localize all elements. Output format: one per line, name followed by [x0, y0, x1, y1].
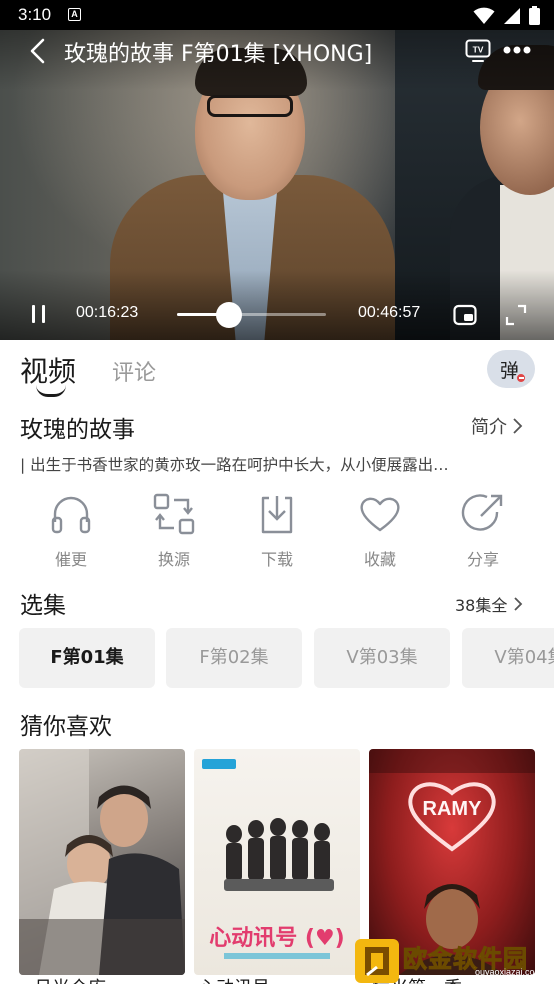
drama-title: 玫瑰的故事: [20, 417, 135, 443]
video-frame-glasses: [207, 95, 293, 117]
status-bar: 3:10 A: [0, 0, 554, 30]
duration-time: 00:46:57: [358, 304, 421, 321]
chevron-right-icon: [514, 597, 523, 611]
danmu-toggle-button[interactable]: 弹: [487, 350, 535, 388]
poster-art: [19, 749, 185, 975]
switch-source-button[interactable]: 换源: [134, 492, 214, 570]
all-episodes-button[interactable]: 38集全: [455, 592, 523, 616]
favorite-button[interactable]: 收藏: [340, 492, 420, 570]
recommendations-heading: 猜你喜欢: [20, 714, 112, 740]
recommendation-poster[interactable]: [19, 749, 185, 975]
fullscreen-icon[interactable]: [505, 304, 527, 326]
pause-icon[interactable]: [30, 304, 48, 324]
back-arrow-icon[interactable]: [26, 37, 52, 65]
status-icons: [473, 6, 540, 25]
tab-video[interactable]: 视频: [20, 350, 76, 390]
episode-chip[interactable]: V第03集: [314, 628, 450, 688]
video-title: 玫瑰的故事 F第01集 [XHONG]: [64, 42, 373, 67]
share-button[interactable]: 分享: [443, 492, 523, 570]
wifi-icon: [473, 7, 495, 24]
seek-thumb[interactable]: [216, 302, 242, 328]
danmu-off-icon: [515, 372, 527, 384]
current-time: 00:16:23: [76, 304, 139, 321]
picture-in-picture-icon[interactable]: [453, 304, 477, 326]
video-player[interactable]: 3:10 A 玫瑰的故事 F第01集 [XHONG] TV 00:16:23 0…: [0, 0, 554, 340]
episodes-heading: 选集: [20, 593, 66, 619]
episodes-total: 38集全: [455, 596, 508, 615]
notification-badge-icon: A: [68, 8, 81, 21]
app-screen: 3:10 A 玫瑰的故事 F第01集 [XHONG] TV 00:16:23 0…: [0, 0, 554, 984]
episode-chip[interactable]: F第02集: [166, 628, 302, 688]
recommendation-poster[interactable]: 心动讯号 (♥): [194, 749, 360, 975]
action-label: 催更: [54, 550, 87, 569]
heart-icon: [360, 497, 400, 532]
download-button[interactable]: 下载: [237, 492, 317, 570]
poster-art: 心动讯号 (♥): [202, 759, 345, 959]
watermark-logo-icon: [355, 939, 399, 983]
more-options-icon[interactable]: [503, 45, 531, 55]
watermark: 欧金软件园 ouyaoxiazai.com: [355, 937, 554, 984]
battery-icon: [529, 6, 540, 25]
watermark-url: ouyaoxiazai.com: [475, 967, 543, 977]
synopsis[interactable]: | 出生于书香世家的黄亦玫一路在呵护中长大，从小便展露出…: [20, 453, 530, 475]
switch-source-icon: [153, 493, 195, 535]
download-icon: [261, 496, 293, 534]
episode-list[interactable]: F第01集 F第02集 V第03集 V第04集: [19, 628, 554, 688]
action-label: 分享: [466, 550, 499, 569]
signal-icon: [504, 7, 520, 24]
share-icon: [461, 494, 503, 531]
seek-bar[interactable]: [177, 313, 326, 316]
tv-cast-icon[interactable]: TV: [465, 39, 491, 63]
poster-title-text: RAMY: [423, 798, 483, 820]
headset-icon: [51, 496, 91, 534]
episode-chip[interactable]: F第01集: [19, 628, 155, 688]
status-time: 3:10: [18, 5, 52, 24]
recommendation-title[interactable]: 心动讯号: [198, 974, 270, 984]
recommendation-title[interactable]: 月光仓库: [34, 974, 106, 984]
poster-title-text: 心动讯号 (♥): [209, 926, 345, 951]
action-label: 收藏: [363, 550, 396, 569]
tab-video-indicator: [36, 385, 66, 397]
chevron-right-icon: [513, 418, 523, 434]
tab-comments[interactable]: 评论: [112, 355, 156, 387]
svg-text:TV: TV: [473, 45, 484, 55]
episode-chip[interactable]: V第04集: [462, 628, 554, 688]
action-label: 换源: [157, 550, 190, 569]
urge-update-button[interactable]: 催更: [31, 492, 111, 570]
intro-button[interactable]: 简介: [471, 413, 523, 439]
action-label: 下载: [260, 550, 293, 569]
intro-label: 简介: [471, 417, 507, 438]
